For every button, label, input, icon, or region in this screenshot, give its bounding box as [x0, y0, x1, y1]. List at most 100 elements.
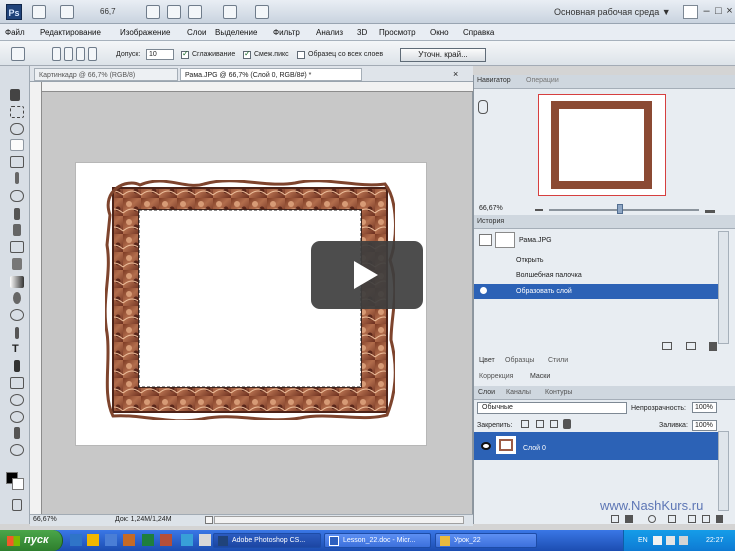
- history-item-magic-wand[interactable]: Волшебная палочка: [474, 268, 719, 283]
- delete-layer-icon[interactable]: [716, 515, 723, 523]
- menu-edit[interactable]: Редактирование: [40, 28, 101, 37]
- taskbar-photoshop[interactable]: Adobe Photoshop CS...: [213, 533, 321, 548]
- new-snapshot-icon[interactable]: [686, 342, 696, 350]
- menu-filter[interactable]: Фильтр: [273, 28, 300, 37]
- quick-mask-icon[interactable]: [12, 499, 22, 511]
- menu-file[interactable]: Файл: [5, 28, 25, 37]
- opacity-input[interactable]: 100%: [692, 402, 717, 413]
- path-select-icon[interactable]: [14, 360, 20, 372]
- pen-tool-icon[interactable]: [15, 327, 19, 339]
- tab-adjustments[interactable]: Коррекция: [479, 373, 513, 380]
- language-indicator[interactable]: EN: [638, 537, 648, 544]
- tab-channels[interactable]: Каналы: [506, 389, 531, 396]
- menu-3d[interactable]: 3D: [357, 28, 367, 37]
- tab-masks[interactable]: Маски: [530, 373, 550, 380]
- quicklaunch-browser-icon[interactable]: [70, 534, 82, 546]
- lock-position-icon[interactable]: [550, 420, 558, 428]
- lock-transparency-icon[interactable]: [521, 420, 529, 428]
- menu-analysis[interactable]: Анализ: [316, 28, 343, 37]
- quicklaunch-icon-4[interactable]: [199, 534, 211, 546]
- eyedropper-tool-icon[interactable]: [15, 172, 19, 184]
- workspace-selector[interactable]: Основная рабочая среда ▼: [554, 7, 671, 17]
- gradient-tool-icon[interactable]: [10, 276, 24, 288]
- brush-tool-icon[interactable]: [14, 208, 20, 220]
- intersect-selection-icon[interactable]: [88, 47, 97, 61]
- link-layers-icon[interactable]: [611, 515, 619, 523]
- layer-style-icon[interactable]: [625, 515, 633, 523]
- tray-icon-3[interactable]: [679, 536, 688, 545]
- document-tab-frame[interactable]: Рама.JPG @ 66,7% (Слой 0, RGB/8#) *: [180, 68, 362, 81]
- quicklaunch-icon[interactable]: [142, 534, 154, 546]
- layers-scrollbar[interactable]: [718, 431, 729, 511]
- layer-mask-icon[interactable]: [648, 515, 656, 523]
- layer-visibility-icon[interactable]: [481, 442, 491, 450]
- contiguous-checkbox[interactable]: [243, 49, 251, 59]
- tab-layers[interactable]: Слои: [478, 389, 495, 396]
- type-tool-icon[interactable]: T: [12, 343, 19, 355]
- blur-tool-icon[interactable]: [13, 292, 21, 304]
- screen-mode-icon[interactable]: [60, 5, 74, 19]
- history-scrollbar[interactable]: [718, 231, 729, 344]
- tray-icon[interactable]: [653, 536, 662, 545]
- zoom-tool-icon[interactable]: [10, 444, 24, 456]
- maximize-button[interactable]: □: [713, 4, 724, 18]
- sample-all-checkbox[interactable]: [297, 51, 305, 59]
- tolerance-input[interactable]: 10: [146, 49, 174, 60]
- menu-view[interactable]: Просмотр: [379, 28, 416, 37]
- hand-tool-icon[interactable]: [146, 5, 160, 19]
- tab-styles[interactable]: Стили: [548, 357, 568, 364]
- rotate-view-icon[interactable]: [188, 5, 202, 19]
- quicklaunch-desktop-icon[interactable]: [105, 534, 117, 546]
- quicklaunch-icon-2[interactable]: [160, 534, 172, 546]
- menu-help[interactable]: Справка: [463, 28, 494, 37]
- tab-paths[interactable]: Контуры: [545, 389, 572, 396]
- status-zoom[interactable]: 66,67%: [33, 516, 57, 523]
- zoom-in-icon[interactable]: [705, 203, 715, 213]
- zoom-tool-icon[interactable]: [167, 5, 181, 19]
- refine-edge-button[interactable]: Уточн. край...: [400, 48, 486, 62]
- quicklaunch-folder-icon[interactable]: [87, 534, 99, 546]
- lock-pixels-icon[interactable]: [536, 420, 544, 428]
- tab-swatches[interactable]: Образцы: [505, 357, 534, 364]
- anti-alias-checkbox[interactable]: [181, 49, 189, 59]
- blend-mode-select[interactable]: Обычные: [477, 402, 627, 414]
- arrange-documents-icon[interactable]: [223, 5, 237, 19]
- fill-input[interactable]: 100%: [692, 420, 717, 431]
- move-tool-icon[interactable]: [10, 89, 20, 101]
- zoom-level[interactable]: 66,7: [100, 7, 116, 16]
- lasso-tool-icon[interactable]: [10, 123, 24, 135]
- lock-all-icon[interactable]: [563, 419, 571, 429]
- zoom-slider-track[interactable]: [549, 209, 699, 211]
- new-group-icon[interactable]: [688, 515, 696, 523]
- eraser-tool-icon[interactable]: [12, 258, 22, 270]
- menu-image[interactable]: Изображение: [120, 28, 170, 37]
- crop-tool-icon[interactable]: [10, 156, 24, 168]
- status-arrow-icon[interactable]: [205, 516, 213, 524]
- shape-tool-icon[interactable]: [10, 377, 24, 389]
- delete-state-icon[interactable]: [709, 342, 717, 351]
- horizontal-scrollbar[interactable]: [214, 516, 464, 524]
- quicklaunch-icon-3[interactable]: [181, 534, 193, 546]
- minimize-button[interactable]: –: [701, 4, 712, 18]
- history-brush-source-icon[interactable]: [480, 287, 487, 294]
- clone-stamp-icon[interactable]: [13, 224, 21, 236]
- adjustment-layer-icon[interactable]: [668, 515, 676, 523]
- tab-actions[interactable]: Операции: [526, 77, 559, 84]
- marquee-tool-icon[interactable]: [10, 106, 24, 118]
- history-item-new-layer[interactable]: Образовать слой: [474, 284, 719, 299]
- history-brush-icon[interactable]: [10, 241, 24, 253]
- zoom-slider-knob[interactable]: [617, 204, 623, 214]
- healing-tool-icon[interactable]: [10, 190, 24, 202]
- menu-layers[interactable]: Слои: [187, 28, 206, 37]
- magic-wand-icon[interactable]: [11, 47, 25, 61]
- close-tab-icon[interactable]: ×: [453, 69, 458, 79]
- subtract-selection-icon[interactable]: [76, 47, 85, 61]
- tray-icon-2[interactable]: [666, 536, 675, 545]
- new-layer-icon[interactable]: [702, 515, 710, 523]
- 3d-rotate-icon[interactable]: [10, 394, 24, 406]
- search-icon[interactable]: [683, 5, 698, 19]
- zoom-out-icon[interactable]: [535, 205, 543, 211]
- taskbar-word[interactable]: Lesson_22.doc - Micr...: [324, 533, 431, 548]
- navigator-zoom[interactable]: 66,67%: [479, 205, 503, 212]
- screen-options-icon[interactable]: [255, 5, 269, 19]
